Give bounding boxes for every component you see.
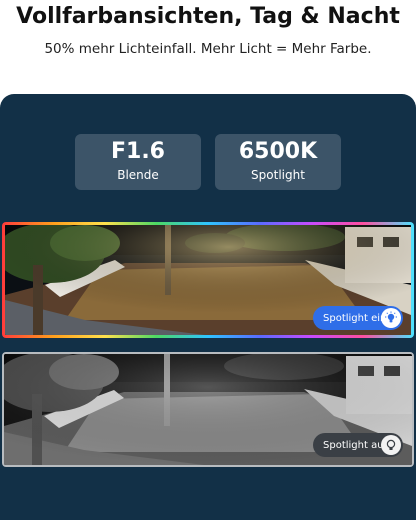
aperture-label: Blende xyxy=(117,168,159,182)
color-temperature-label: Spotlight xyxy=(251,168,305,182)
spotlight-off-label: Spotlight aus xyxy=(323,439,389,451)
spotlight-on-badge: Spotlight ein xyxy=(313,306,403,330)
aperture-value: F1.6 xyxy=(110,139,165,164)
spotlight-off-badge: Spotlight aus xyxy=(313,433,403,457)
lightbulb-off-icon xyxy=(381,435,401,455)
color-temperature-stat: 6500K Spotlight xyxy=(215,134,341,190)
aperture-stat: F1.6 Blende xyxy=(75,134,201,190)
lightbulb-on-icon xyxy=(381,308,401,328)
page-subtitle: 50% mehr Lichteinfall. Mehr Licht = Mehr… xyxy=(44,41,372,57)
color-temperature-value: 6500K xyxy=(238,139,318,164)
spotlight-on-label: Spotlight ein xyxy=(323,312,387,324)
page-title: Vollfarbansichten, Tag & Nacht xyxy=(16,4,400,29)
